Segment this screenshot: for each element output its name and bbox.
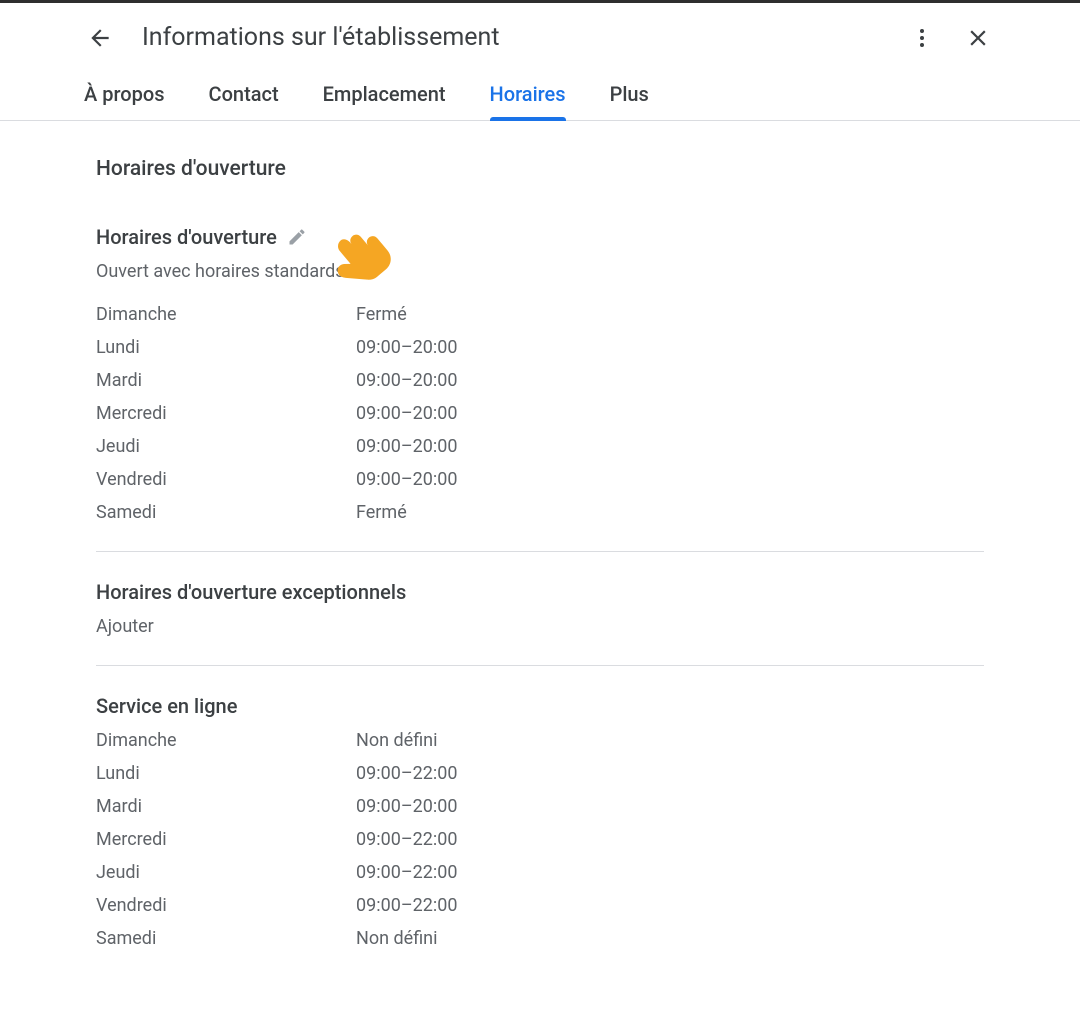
opening-hours-title: Horaires d'ouverture bbox=[96, 225, 277, 249]
business-info-dialog: Informations sur l'établissement À propo… bbox=[0, 0, 1080, 977]
exceptional-hours-title-row: Horaires d'ouverture exceptionnels bbox=[96, 580, 984, 604]
hours-value: 09:00–22:00 bbox=[356, 829, 984, 850]
day-label: Dimanche bbox=[96, 304, 356, 325]
close-icon bbox=[965, 25, 991, 51]
dialog-title: Informations sur l'établissement bbox=[142, 23, 908, 52]
tab-hours[interactable]: Horaires bbox=[490, 76, 566, 120]
exceptional-hours-section: Horaires d'ouverture exceptionnels Ajout… bbox=[96, 580, 984, 666]
content-area: Horaires d'ouverture Horaires d'ouvertur… bbox=[0, 121, 1080, 977]
exceptional-hours-title: Horaires d'ouverture exceptionnels bbox=[96, 580, 406, 604]
day-label: Mardi bbox=[96, 370, 356, 391]
day-label: Samedi bbox=[96, 502, 356, 523]
day-label: Mercredi bbox=[96, 829, 356, 850]
online-service-title: Service en ligne bbox=[96, 694, 237, 718]
opening-hours-grid: Dimanche Fermé Lundi 09:00–20:00 Mardi 0… bbox=[96, 304, 984, 523]
dialog-header: Informations sur l'établissement bbox=[0, 3, 1080, 76]
opening-hours-status: Ouvert avec horaires standards bbox=[96, 261, 984, 282]
opening-hours-title-row: Horaires d'ouverture bbox=[96, 225, 984, 249]
hours-value: 09:00–22:00 bbox=[356, 895, 984, 916]
hours-value: 09:00–22:00 bbox=[356, 862, 984, 883]
day-label: Vendredi bbox=[96, 895, 356, 916]
hours-value: Non défini bbox=[356, 928, 984, 949]
day-label: Mercredi bbox=[96, 403, 356, 424]
opening-hours-section: Horaires d'ouverture Ouvert avec horaire… bbox=[96, 225, 984, 552]
tab-contact[interactable]: Contact bbox=[209, 76, 279, 120]
online-service-section: Service en ligne Dimanche Non défini Lun… bbox=[96, 694, 984, 977]
day-label: Lundi bbox=[96, 337, 356, 358]
hours-value: 09:00–20:00 bbox=[356, 337, 984, 358]
day-label: Dimanche bbox=[96, 730, 356, 751]
hours-value: Non défini bbox=[356, 730, 984, 751]
hours-value: Fermé bbox=[356, 502, 984, 523]
day-label: Jeudi bbox=[96, 436, 356, 457]
edit-opening-hours-button[interactable] bbox=[287, 227, 307, 247]
hours-value: 09:00–20:00 bbox=[356, 436, 984, 457]
more-menu-button[interactable] bbox=[908, 24, 936, 52]
page-title: Horaires d'ouverture bbox=[96, 157, 984, 181]
day-label: Vendredi bbox=[96, 469, 356, 490]
hours-value: 09:00–20:00 bbox=[356, 796, 984, 817]
hours-value: Fermé bbox=[356, 304, 984, 325]
hours-value: 09:00–22:00 bbox=[356, 763, 984, 784]
day-label: Lundi bbox=[96, 763, 356, 784]
pencil-icon bbox=[287, 227, 307, 247]
tab-location[interactable]: Emplacement bbox=[323, 76, 446, 120]
hours-value: 09:00–20:00 bbox=[356, 403, 984, 424]
online-service-grid: Dimanche Non défini Lundi 09:00–22:00 Ma… bbox=[96, 730, 984, 949]
day-label: Jeudi bbox=[96, 862, 356, 883]
day-label: Samedi bbox=[96, 928, 356, 949]
header-actions bbox=[908, 24, 992, 52]
tab-more[interactable]: Plus bbox=[610, 76, 649, 120]
more-vertical-icon bbox=[910, 26, 934, 50]
tab-bar: À propos Contact Emplacement Horaires Pl… bbox=[0, 76, 1080, 121]
arrow-left-icon bbox=[87, 25, 113, 51]
online-service-title-row: Service en ligne bbox=[96, 694, 984, 718]
day-label: Mardi bbox=[96, 796, 356, 817]
hours-value: 09:00–20:00 bbox=[356, 370, 984, 391]
tab-about[interactable]: À propos bbox=[84, 76, 165, 120]
hours-value: 09:00–20:00 bbox=[356, 469, 984, 490]
back-button[interactable] bbox=[86, 24, 114, 52]
add-exceptional-hours-link[interactable]: Ajouter bbox=[96, 616, 984, 637]
close-button[interactable] bbox=[964, 24, 992, 52]
